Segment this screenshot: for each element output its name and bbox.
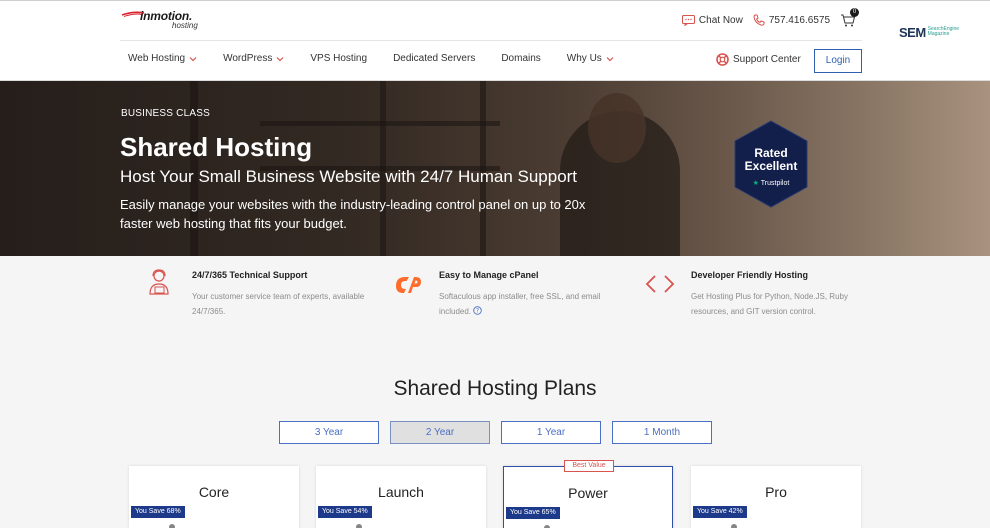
plan-card-pro[interactable]: Pro You Save 42% [691, 466, 861, 528]
trustpilot-rating-badge[interactable]: Rated Excellent ★ Trustpilot [733, 119, 809, 209]
lifebuoy-icon [716, 53, 729, 66]
code-icon [645, 275, 675, 293]
page-title: Shared Hosting [120, 132, 313, 162]
badge-text: Rated Excellent [733, 147, 809, 173]
term-tab-2-year[interactable]: 2 Year [390, 421, 490, 444]
sem-small-line2: Magazine [927, 31, 950, 37]
plan-name: Power [568, 485, 608, 501]
header-contact: Chat Now 757.416.6575 0 [681, 8, 859, 28]
support-agent-icon [149, 269, 169, 295]
hero-banner: BUSINESS CLASS Shared Hosting Host Your … [0, 81, 990, 256]
support-center-label: Support Center [733, 54, 801, 65]
chevron-down-icon [189, 56, 197, 61]
feature-title: Easy to Manage cPanel [439, 270, 539, 280]
plan-name: Launch [378, 484, 424, 500]
nav-label: Why Us [566, 53, 602, 64]
feature-description: Your customer service team of experts, a… [192, 292, 365, 316]
plan-card-power[interactable]: Power You Save 65% [503, 466, 673, 528]
savings-badge: You Save 68% [131, 506, 185, 518]
plan-card-launch[interactable]: Launch You Save 54% [316, 466, 486, 528]
info-icon[interactable]: ? [473, 306, 483, 315]
hero-kicker: BUSINESS CLASS [121, 108, 210, 119]
price-stub [731, 524, 737, 528]
phone-number: 757.416.6575 [768, 14, 830, 26]
plan-card-core[interactable]: Core You Save 68% [129, 466, 299, 528]
chat-icon [681, 14, 695, 26]
nav-label: VPS Hosting [310, 53, 368, 64]
header-divider [120, 40, 862, 41]
term-tab-3-year[interactable]: 3 Year [279, 421, 379, 444]
trustpilot-label: ★ Trustpilot [733, 179, 809, 187]
nav-label: Domains [501, 53, 541, 64]
term-tab-1-month[interactable]: 1 Month [612, 421, 712, 444]
support-center-link[interactable]: Support Center [716, 53, 801, 66]
chat-now-label: Chat Now [698, 14, 743, 26]
features-strip: 24/7/365 Technical Support Your customer… [0, 256, 990, 346]
nav-item-web-hosting[interactable]: Web Hosting [128, 53, 197, 64]
nav-item-domains[interactable]: Domains [501, 53, 540, 64]
nav-item-why-us[interactable]: Why Us [567, 53, 614, 64]
site-header: inmotion. hosting Chat Now 757.416.6575 … [0, 0, 990, 81]
cpanel-icon [396, 277, 421, 293]
inmotion-logo[interactable]: inmotion. hosting [122, 9, 212, 33]
badge-line-rated: Rated [754, 146, 788, 160]
logo-sub-text: hosting [172, 21, 198, 30]
login-button[interactable]: Login [814, 49, 862, 73]
hero-subtitle: Host Your Small Business Website with 24… [120, 167, 578, 186]
best-value-badge: Best Value [564, 460, 614, 472]
plans-heading: Shared Hosting Plans [393, 377, 597, 400]
price-stub [169, 524, 175, 528]
savings-badge: You Save 42% [693, 506, 747, 518]
hero-description: Easily manage your websites with the ind… [120, 197, 586, 231]
savings-badge: You Save 65% [506, 507, 560, 519]
nav-item-wordpress[interactable]: WordPress [223, 53, 284, 64]
chat-now-link[interactable]: Chat Now [681, 14, 743, 26]
savings-badge: You Save 54% [318, 506, 372, 518]
main-nav: Web Hosting WordPress VPS Hosting Dedica… [128, 53, 640, 64]
nav-item-dedicated-servers[interactable]: Dedicated Servers [393, 53, 475, 64]
nav-label: Web Hosting [128, 53, 186, 64]
svg-text:?: ? [476, 308, 479, 315]
feature-description-text: Softaculous app installer, free SSL, and… [439, 292, 601, 316]
sem-watermark-logo: SEM SearchEngine Magazine [899, 22, 971, 42]
phone-icon [753, 14, 765, 26]
cart-count-badge: 0 [850, 8, 859, 17]
sem-logo-small: SearchEngine Magazine [928, 27, 959, 37]
trustpilot-star-icon: ★ [752, 180, 759, 187]
feature-title: Developer Friendly Hosting [691, 270, 809, 280]
feature-description: Get Hosting Plus for Python, Node.JS, Ru… [691, 292, 848, 316]
trustpilot-text: Trustpilot [760, 180, 790, 187]
term-tab-1-year[interactable]: 1 Year [501, 421, 601, 444]
price-stub [356, 524, 362, 528]
cart-button[interactable]: 0 [840, 8, 859, 28]
phone-link[interactable]: 757.416.6575 [753, 14, 830, 26]
feature-description: Softaculous app installer, free SSL, and… [439, 289, 615, 319]
chevron-down-icon [276, 56, 284, 61]
plan-name: Pro [765, 484, 787, 500]
nav-item-vps-hosting[interactable]: VPS Hosting [310, 53, 367, 64]
plan-name: Core [198, 484, 230, 500]
nav-label: WordPress [223, 53, 273, 64]
badge-line-excellent: Excellent [744, 159, 798, 173]
sem-logo-text: SEM [899, 24, 926, 40]
nav-label: Dedicated Servers [393, 53, 476, 64]
chevron-down-icon [606, 56, 614, 61]
feature-title: 24/7/365 Technical Support [192, 270, 308, 280]
